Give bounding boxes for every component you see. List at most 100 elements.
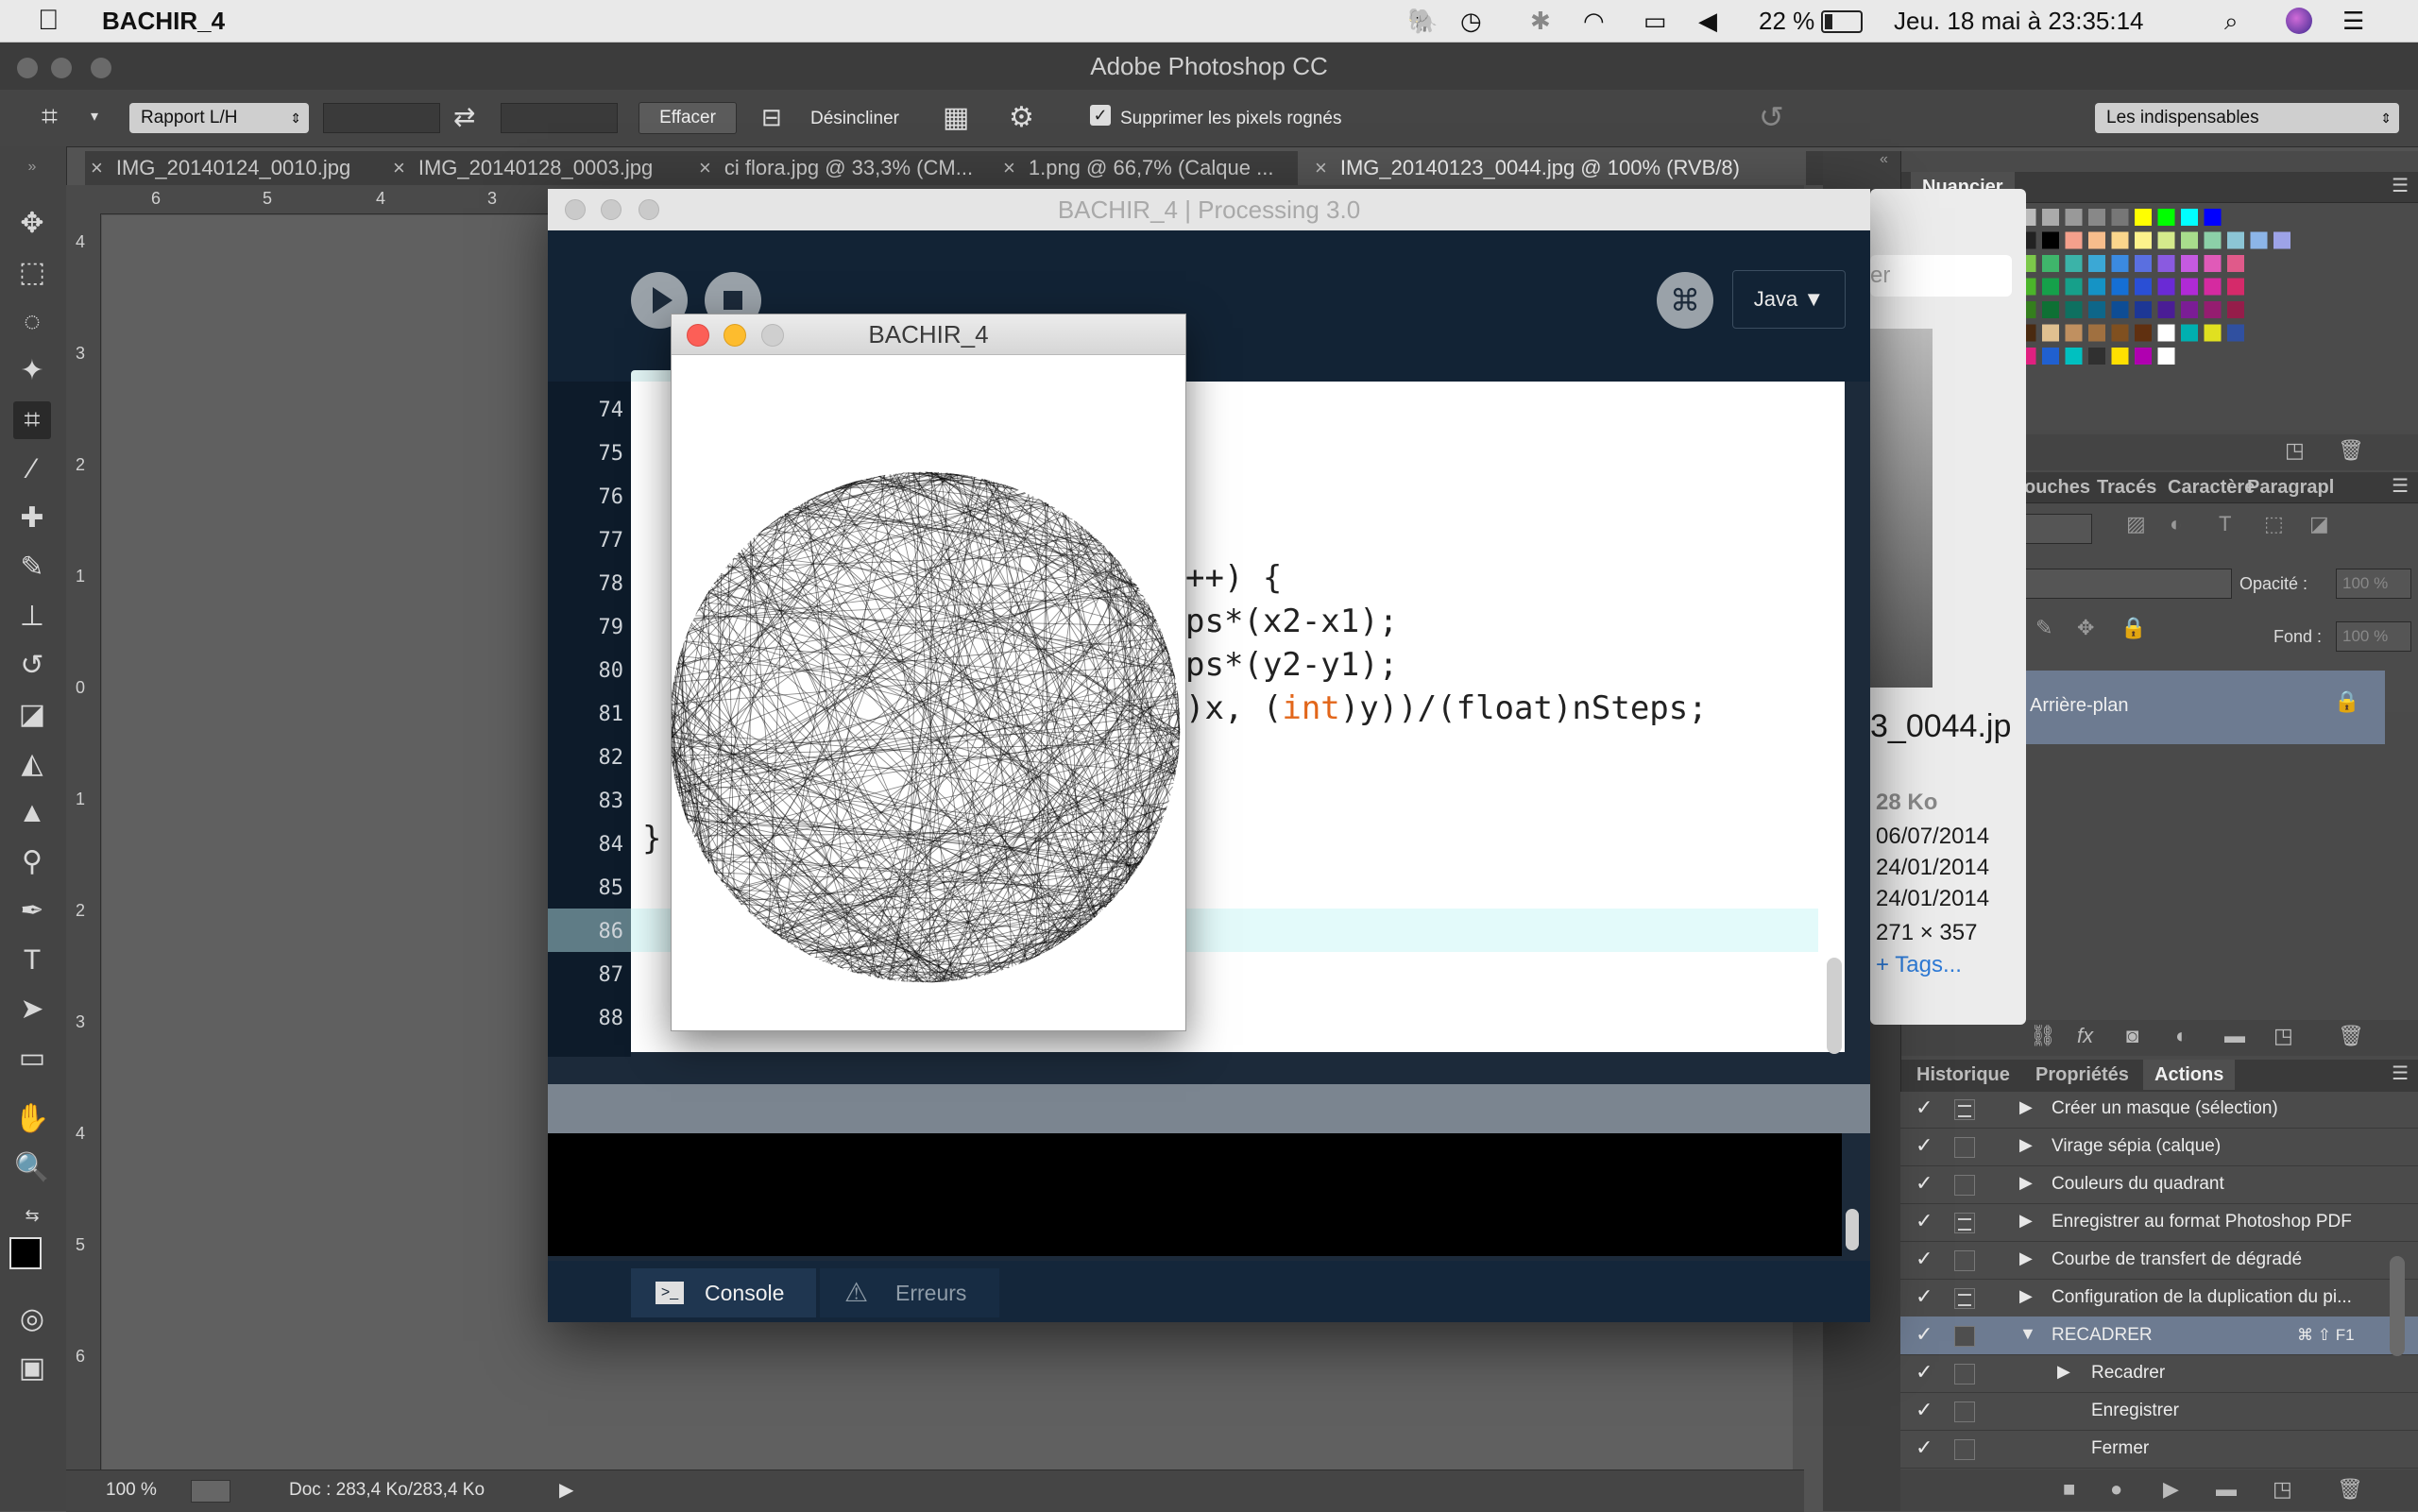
color-swatch[interactable] [2066,325,2083,342]
color-swatch[interactable] [2088,279,2105,296]
dialog-toggle-box[interactable] [1954,1439,1975,1460]
new-set-icon[interactable]: ▬ [2216,1477,2237,1502]
tab-character[interactable]: Caractère [2168,472,2255,502]
lasso-tool-icon[interactable]: ◌ [13,303,51,341]
magic-wand-icon[interactable]: ✦ [13,352,51,390]
history-brush-icon[interactable]: ↺ [13,647,51,685]
quick-mask-icon[interactable]: ◎ [13,1300,51,1338]
rectangle-tool-icon[interactable]: ▭ [13,1040,51,1078]
lock-move-icon[interactable]: ✥ [2077,616,2094,640]
workspace-select[interactable]: Les indispensables ⇕ [2095,103,2399,133]
console-scrollbar[interactable] [1846,1209,1859,1250]
preset-dropdown-arrow[interactable]: ▾ [91,107,98,126]
color-swatch[interactable] [2135,209,2152,226]
triangle-right-icon[interactable]: ▶ [2019,1173,2033,1193]
color-swatch[interactable] [2112,232,2129,249]
action-enabled-checkmark[interactable]: ✓ [1916,1322,1933,1347]
panel-menu-icon[interactable]: ☰ [2392,174,2409,197]
add-tags-link[interactable]: + Tags... [1876,952,1962,978]
tab-console[interactable]: >_ Console [631,1268,816,1317]
color-swatch[interactable] [2042,255,2059,272]
play-icon[interactable]: ▶ [2163,1477,2179,1502]
tab-layers[interactable]: ouches [2024,472,2090,502]
adjustment-layer-icon[interactable]: ◐ [2175,1024,2188,1048]
action-row[interactable]: ✓Fermer [1900,1430,2418,1469]
close-tab-icon[interactable]: × [91,156,103,179]
fx-icon[interactable]: fx [2077,1024,2093,1048]
collapse-icon[interactable]: » [13,148,51,186]
blend-mode-select[interactable] [2024,569,2232,599]
action-enabled-checkmark[interactable]: ✓ [1916,1436,1933,1460]
color-swatch[interactable] [2227,301,2244,318]
color-swatch[interactable] [2158,325,2175,342]
clone-stamp-icon[interactable]: ⊥ [13,598,51,636]
screen-mode-icon[interactable]: ▣ [13,1350,51,1387]
action-row[interactable]: ✓▶Recadrer [1900,1354,2418,1393]
close-tab-icon[interactable]: × [699,156,711,179]
color-swatch[interactable] [2227,232,2244,249]
clear-button[interactable]: Effacer [639,102,737,134]
dialog-toggle-box[interactable] [1954,1250,1975,1271]
wifi-icon[interactable]: ◠ [1583,0,1605,42]
color-swatch[interactable] [2205,325,2222,342]
editor-scrollbar[interactable] [1827,958,1842,1054]
color-swatch[interactable] [2112,348,2129,365]
close-tab-icon[interactable]: × [393,156,405,179]
layer-name[interactable]: Arrière-plan [2030,695,2128,717]
color-swatch[interactable] [2135,232,2152,249]
color-swatch[interactable] [2205,232,2222,249]
crop-tool-icon[interactable]: ⌗ [13,401,51,439]
color-swatch[interactable] [2042,325,2059,342]
color-swatch[interactable] [2042,301,2059,318]
color-swatch[interactable] [2042,348,2059,365]
color-swatch[interactable] [2158,279,2175,296]
color-swatch[interactable] [2227,279,2244,296]
action-row[interactable]: ✓▶Virage sépia (calque) [1900,1128,2418,1166]
status-options-icon[interactable] [191,1480,230,1503]
new-layer-icon[interactable]: ◳ [2273,1024,2293,1048]
marquee-tool-icon[interactable]: ⬚ [13,254,51,292]
panel-menu-icon[interactable]: ☰ [2392,474,2409,498]
apple-icon[interactable]:  [38,0,60,42]
console-divider[interactable] [548,1084,1870,1133]
color-swatch[interactable] [2066,232,2083,249]
color-swatch[interactable] [2088,301,2105,318]
tab-history[interactable]: Historique [1916,1060,2010,1090]
app-menu-name[interactable]: BACHIR_4 [102,0,225,42]
action-enabled-checkmark[interactable]: ✓ [1916,1209,1933,1233]
new-group-icon[interactable]: ▬ [2224,1024,2245,1048]
panel-menu-icon[interactable]: ☰ [2392,1062,2409,1085]
search-field[interactable]: er [1870,255,2012,297]
color-swatch[interactable] [2066,301,2083,318]
action-row[interactable]: ✓▶Enregistrer au format Photoshop PDF [1900,1203,2418,1242]
tab-properties[interactable]: Propriétés [2035,1060,2129,1090]
gear-icon[interactable]: ⚙ [1009,101,1034,134]
doc-tab-active[interactable]: ×IMG_20140123_0044.jpg @ 100% (RVB/8) [1298,151,1806,185]
triangle-down-icon[interactable]: ▼ [2019,1324,2036,1344]
action-enabled-checkmark[interactable]: ✓ [1916,1133,1933,1158]
opacity-field[interactable]: 100 % [2336,569,2411,599]
color-swatch[interactable] [2112,325,2129,342]
filter-type-icon[interactable]: T [2219,512,2231,536]
trash-icon[interactable]: 🗑 [2338,438,2364,463]
dialog-toggle-box[interactable] [1954,1364,1975,1385]
action-enabled-checkmark[interactable]: ✓ [1916,1398,1933,1422]
eraser-icon[interactable]: ◪ [13,696,51,734]
color-swatch[interactable] [2112,301,2129,318]
dialog-toggle-box[interactable] [1954,1137,1975,1158]
dialog-toggle-box[interactable] [1954,1099,1975,1120]
color-swatch[interactable] [2181,232,2198,249]
color-swatch[interactable] [2273,232,2290,249]
pen-tool-icon[interactable]: ✒ [13,892,51,930]
console-output[interactable] [548,1133,1842,1256]
color-swatch[interactable] [2227,255,2244,272]
collapse-icon[interactable]: « [1880,151,1888,168]
color-swatch[interactable] [2135,255,2152,272]
foreground-color-swatch[interactable] [9,1237,42,1269]
delete-cropped-checkbox[interactable]: ✓ [1090,105,1111,126]
color-swatch[interactable] [2088,232,2105,249]
add-mask-icon[interactable]: ◙ [2126,1024,2138,1048]
default-colors-icon[interactable]: ⇆ [13,1197,51,1234]
siri-icon[interactable] [2286,8,2312,34]
swap-icon[interactable]: ⇄ [453,101,475,132]
